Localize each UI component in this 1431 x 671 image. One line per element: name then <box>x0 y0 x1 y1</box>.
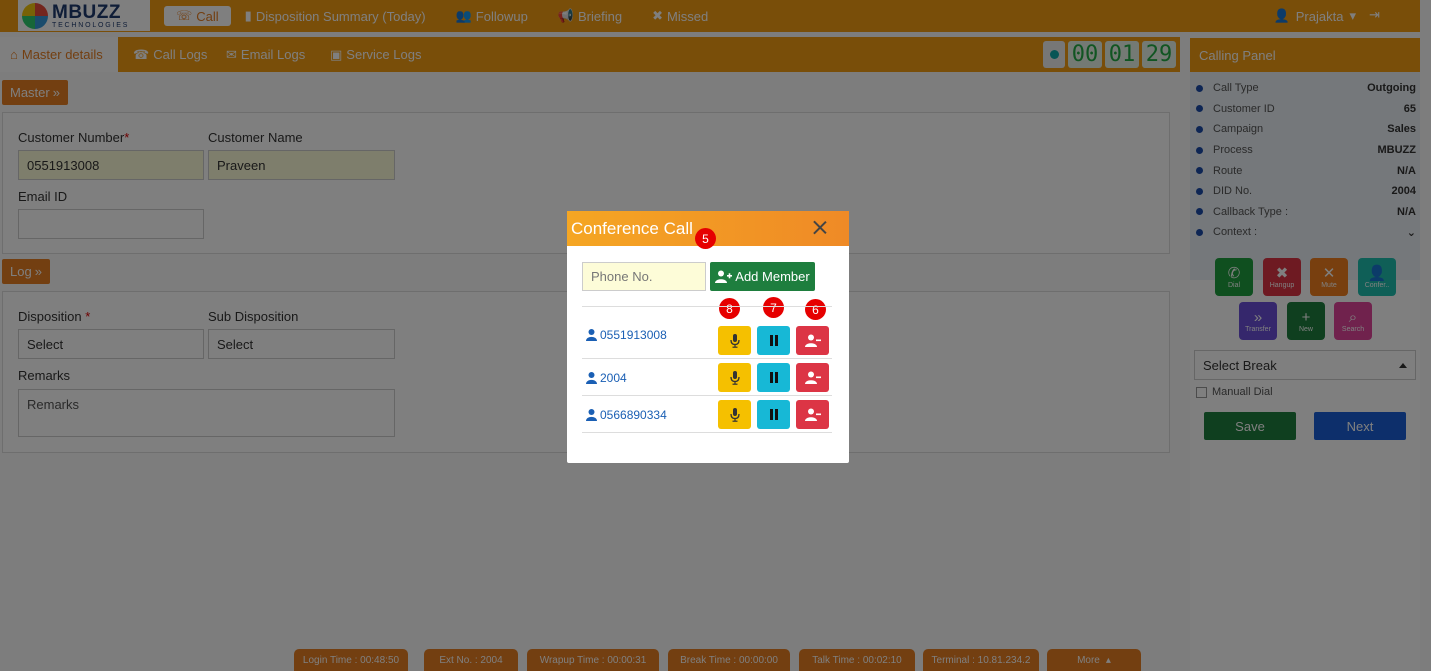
user-minus-icon <box>804 408 821 421</box>
member-row: 0551913008 <box>582 306 832 358</box>
annotation-badge-5: 5 <box>695 228 716 249</box>
mute-member-button[interactable] <box>718 400 751 429</box>
member-row: 0566890334 <box>582 395 832 432</box>
phone-number-input[interactable]: Phone No. <box>582 262 706 291</box>
user-minus-icon <box>804 334 821 347</box>
member-number-text: 0551913008 <box>600 328 667 342</box>
user-icon <box>586 372 597 384</box>
remove-member-button[interactable] <box>796 326 829 355</box>
member-number-text: 0566890334 <box>600 408 667 422</box>
member-number[interactable]: 0566890334 <box>586 408 667 422</box>
user-plus-icon <box>715 270 733 283</box>
user-minus-icon <box>804 371 821 384</box>
hold-member-button[interactable] <box>757 363 790 392</box>
user-icon <box>586 329 597 341</box>
hold-member-button[interactable] <box>757 326 790 355</box>
add-member-button[interactable]: Add Member <box>710 262 815 291</box>
pause-icon <box>769 335 779 346</box>
add-member-label: Add Member <box>735 269 810 284</box>
remove-member-button[interactable] <box>796 363 829 392</box>
close-icon[interactable] <box>811 217 829 237</box>
pause-icon <box>769 409 779 420</box>
pause-icon <box>769 372 779 383</box>
user-icon <box>586 409 597 421</box>
modal-title: Conference Call <box>571 218 693 238</box>
member-number[interactable]: 2004 <box>586 371 627 385</box>
hold-member-button[interactable] <box>757 400 790 429</box>
conference-call-modal: Conference Call 5 Phone No. Add Member 8… <box>567 211 849 463</box>
microphone-icon <box>729 333 740 348</box>
microphone-icon <box>729 407 740 422</box>
microphone-icon <box>729 370 740 385</box>
remove-member-button[interactable] <box>796 400 829 429</box>
member-number-text: 2004 <box>600 371 627 385</box>
member-list-divider <box>582 432 832 433</box>
mute-member-button[interactable] <box>718 326 751 355</box>
mute-member-button[interactable] <box>718 363 751 392</box>
member-number[interactable]: 0551913008 <box>586 328 667 342</box>
member-row: 2004 <box>582 358 832 395</box>
